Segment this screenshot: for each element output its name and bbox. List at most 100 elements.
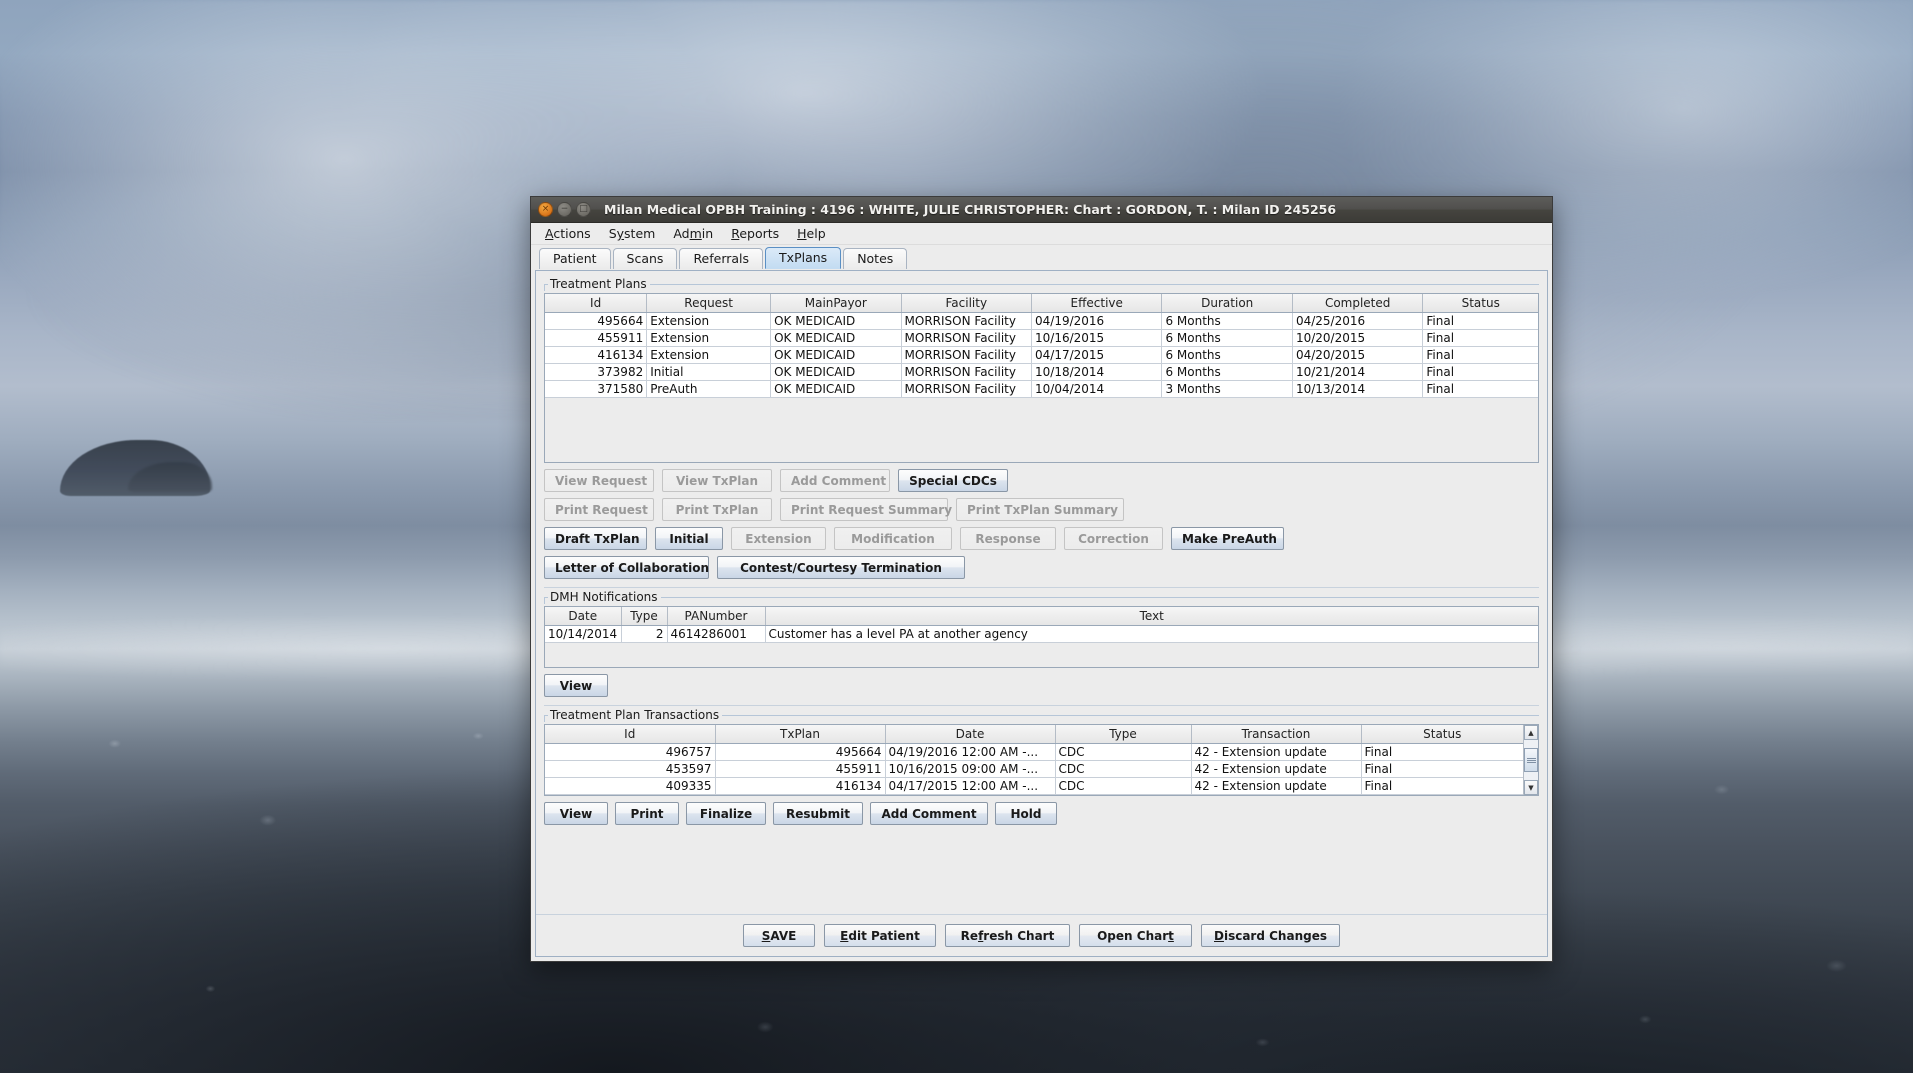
cell-completed: 10/21/2014 (1292, 363, 1424, 381)
col-type[interactable]: Type (621, 607, 668, 626)
extension-button[interactable]: Extension (731, 527, 826, 550)
col-effective[interactable]: Effective (1031, 294, 1163, 313)
col-id[interactable]: Id (545, 294, 648, 313)
scroll-up-icon[interactable]: ▲ (1524, 725, 1538, 740)
print-txplan-summary-button[interactable]: Print TxPlan Summary (956, 498, 1124, 521)
col-facility[interactable]: Facility (901, 294, 1033, 313)
cell-status: Final (1422, 329, 1538, 347)
menu-reports[interactable]: Reports (722, 224, 788, 243)
special-cdcs-button[interactable]: Special CDCs (898, 469, 1008, 492)
section-divider (544, 587, 1539, 588)
transactions-hold-button[interactable]: Hold (995, 802, 1057, 825)
menu-admin[interactable]: Admin (664, 224, 722, 243)
transactions-table: Id TxPlan Date Type Transaction Status 4… (545, 725, 1523, 795)
menu-help[interactable]: Help (788, 224, 835, 243)
view-txplan-button[interactable]: View TxPlan (662, 469, 772, 492)
col-date[interactable]: Date (885, 725, 1056, 744)
cell-request: Initial (646, 363, 772, 381)
print-request-button[interactable]: Print Request (544, 498, 654, 521)
cell-id: 495664 (545, 312, 648, 330)
transactions-action-row: View Print Finalize Resubmit Add Comment… (544, 802, 1539, 825)
discard-changes-button[interactable]: Discard Changes (1201, 924, 1340, 947)
tab-scans[interactable]: Scans (612, 248, 678, 269)
col-request[interactable]: Request (646, 294, 772, 313)
table-row[interactable]: 455911 Extension OK MEDICAID MORRISON Fa… (545, 329, 1538, 347)
treatment-plans-table: Id Request MainPayor Facility Effective … (545, 294, 1538, 398)
transactions-view-button[interactable]: View (544, 802, 608, 825)
transactions-print-button[interactable]: Print (615, 802, 679, 825)
cell-request: Extension (646, 346, 772, 364)
table-row[interactable]: 10/14/2014 2 4614286001 Customer has a l… (545, 625, 1538, 643)
letter-of-collaboration-button[interactable]: Letter of Collaboration (544, 556, 709, 579)
col-status[interactable]: Status (1422, 294, 1538, 313)
cell-id: 455911 (545, 329, 648, 347)
table-row[interactable]: 362126 373982 10/18/2014 12:00 PM CDC 22… (545, 794, 1523, 795)
maximize-icon[interactable]: □ (576, 202, 591, 217)
modification-button[interactable]: Modification (834, 527, 952, 550)
response-button[interactable]: Response (960, 527, 1056, 550)
tab-patient[interactable]: Patient (539, 248, 611, 269)
scrollbar-track[interactable] (1524, 740, 1538, 780)
tab-strip: Patient Scans Referrals TxPlans Notes (531, 245, 1552, 269)
col-txplan[interactable]: TxPlan (715, 725, 886, 744)
col-status[interactable]: Status (1361, 725, 1523, 744)
cell-txplan: 455911 (715, 760, 886, 778)
menu-system[interactable]: System (600, 224, 665, 243)
table-row[interactable]: 453597 455911 10/16/2015 09:00 AM -... C… (545, 760, 1523, 778)
cell-duration: 6 Months (1161, 312, 1293, 330)
tab-txplans[interactable]: TxPlans (765, 247, 842, 269)
table-row[interactable]: 373982 Initial OK MEDICAID MORRISON Faci… (545, 363, 1538, 381)
add-comment-button[interactable]: Add Comment (780, 469, 890, 492)
col-completed[interactable]: Completed (1292, 294, 1424, 313)
scroll-down-icon[interactable]: ▼ (1524, 780, 1538, 795)
cell-type: 2 (621, 625, 668, 643)
table-row[interactable]: 409335 416134 04/17/2015 12:00 AM -... C… (545, 777, 1523, 795)
view-request-button[interactable]: View Request (544, 469, 654, 492)
dmh-view-button[interactable]: View (544, 674, 608, 697)
correction-button[interactable]: Correction (1064, 527, 1163, 550)
col-mainpayor[interactable]: MainPayor (770, 294, 902, 313)
contest-courtesy-termination-button[interactable]: Contest/Courtesy Termination (717, 556, 965, 579)
close-icon[interactable]: × (538, 202, 553, 217)
menu-bar: Actions System Admin Reports Help (531, 223, 1552, 245)
transactions-vertical-scrollbar[interactable]: ▲ ▼ (1523, 725, 1538, 795)
col-type[interactable]: Type (1055, 725, 1192, 744)
initial-button[interactable]: Initial (655, 527, 723, 550)
treatment-plans-title: Treatment Plans (548, 277, 650, 291)
table-row[interactable]: 416134 Extension OK MEDICAID MORRISON Fa… (545, 346, 1538, 364)
col-transaction[interactable]: Transaction (1191, 725, 1362, 744)
cell-mainpayor: OK MEDICAID (770, 363, 902, 381)
print-txplan-button[interactable]: Print TxPlan (662, 498, 772, 521)
scrollbar-thumb[interactable] (1524, 748, 1538, 772)
cell-status: Final (1361, 777, 1523, 795)
transactions-resubmit-button[interactable]: Resubmit (773, 802, 863, 825)
cell-completed: 10/13/2014 (1292, 380, 1424, 398)
col-date[interactable]: Date (545, 607, 622, 626)
cell-completed: 10/20/2015 (1292, 329, 1424, 347)
table-row[interactable]: 496757 495664 04/19/2016 12:00 AM -... C… (545, 743, 1523, 761)
col-text[interactable]: Text (765, 607, 1538, 626)
minimize-icon[interactable]: − (557, 202, 572, 217)
cell-transaction: 22 - Admission (1191, 794, 1362, 795)
table-row[interactable]: 495664 Extension OK MEDICAID MORRISON Fa… (545, 312, 1538, 330)
save-button[interactable]: SAVE (743, 924, 815, 947)
tab-notes[interactable]: Notes (843, 248, 908, 269)
col-id[interactable]: Id (545, 725, 716, 744)
col-panumber[interactable]: PANumber (667, 607, 766, 626)
open-chart-button[interactable]: Open Chart (1079, 924, 1192, 947)
cell-effective: 10/18/2014 (1031, 363, 1163, 381)
edit-patient-button[interactable]: Edit Patient (824, 924, 936, 947)
cell-mainpayor: OK MEDICAID (770, 346, 902, 364)
print-request-summary-button[interactable]: Print Request Summary (780, 498, 952, 521)
menu-actions[interactable]: Actions (536, 224, 600, 243)
draft-txplan-button[interactable]: Draft TxPlan (544, 527, 647, 550)
tab-referrals[interactable]: Referrals (679, 248, 764, 269)
make-preauth-button[interactable]: Make PreAuth (1171, 527, 1284, 550)
table-row[interactable]: 371580 PreAuth OK MEDICAID MORRISON Faci… (545, 380, 1538, 398)
refresh-chart-button[interactable]: Refresh Chart (945, 924, 1070, 947)
dmh-notifications-group: DMH Notifications Date Type PANumber Tex… (544, 590, 1539, 697)
col-duration[interactable]: Duration (1161, 294, 1293, 313)
transactions-finalize-button[interactable]: Finalize (686, 802, 766, 825)
transactions-add-comment-button[interactable]: Add Comment (870, 802, 988, 825)
table-empty-area (545, 642, 1538, 667)
